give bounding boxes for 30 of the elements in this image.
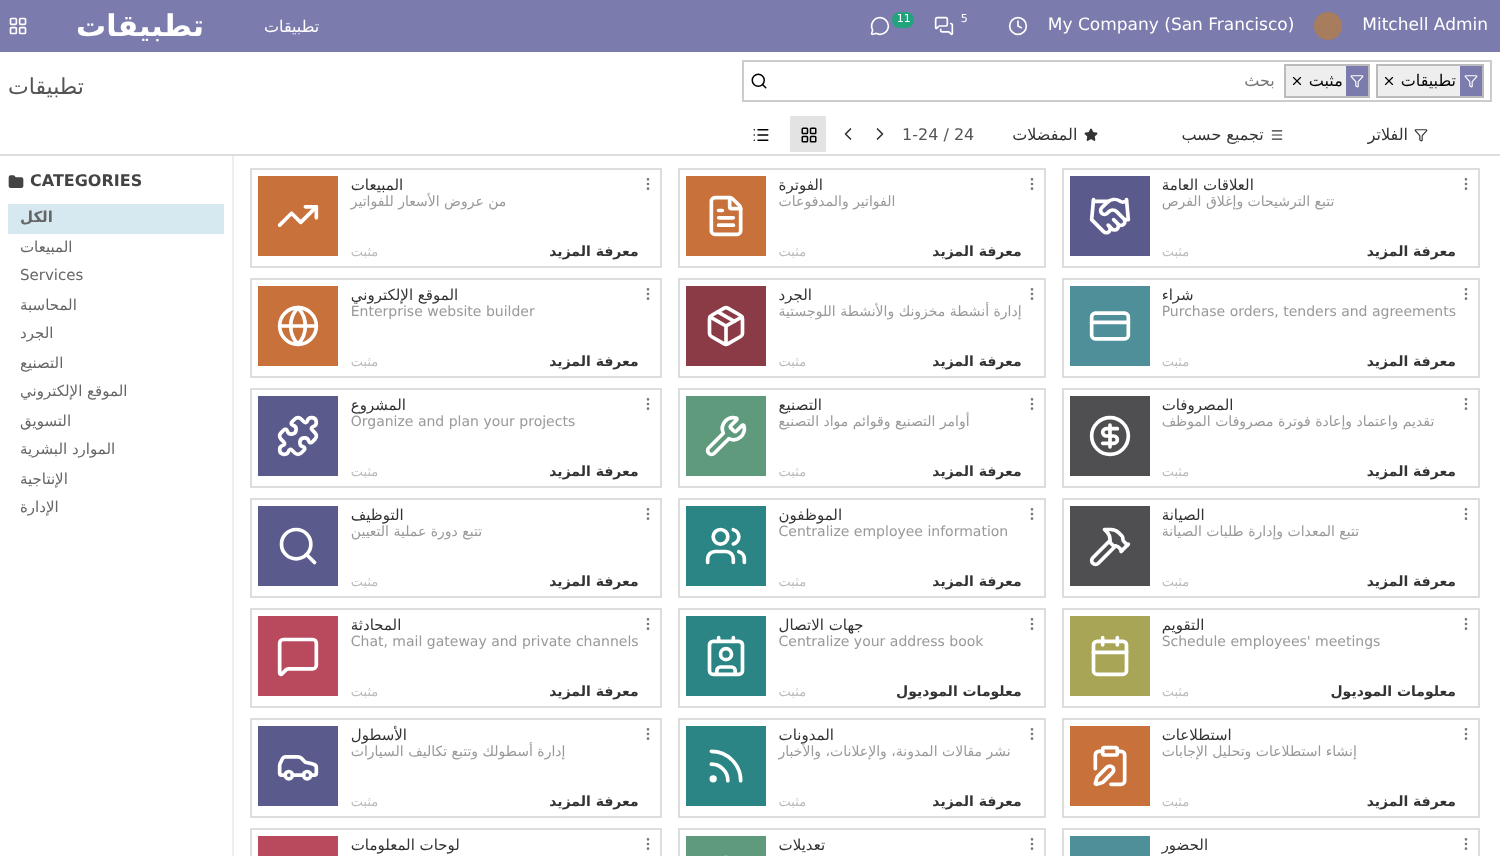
company-switcher[interactable]: My Company (San Francisco) <box>1047 16 1295 36</box>
toolbar-button[interactable]: المفضلات <box>1004 121 1106 147</box>
list-icon <box>751 125 769 143</box>
filter-facet[interactable]: مثبت <box>1284 64 1371 98</box>
messages-icon[interactable] <box>934 16 955 36</box>
lines-icon <box>1269 127 1284 141</box>
close-icon[interactable] <box>1382 74 1397 88</box>
toolbar-button[interactable]: تجميع حسب <box>1173 121 1292 147</box>
menu-item[interactable]: تطبيقات <box>264 17 320 35</box>
kanban-view-button[interactable] <box>790 116 826 152</box>
chat-icon[interactable] <box>870 16 891 36</box>
star-icon <box>1083 127 1098 141</box>
breadcrumb: تطبيقات <box>8 73 86 99</box>
search-field[interactable]: تطبيقات مثبت بحث <box>742 60 1492 102</box>
avatar-circle <box>1314 12 1343 40</box>
brand-title: تطبيقات <box>76 8 204 44</box>
toolbar-button[interactable]: الفلاتر <box>1359 121 1436 147</box>
filter-facet[interactable]: تطبيقات <box>1376 64 1484 98</box>
close-icon[interactable] <box>1290 74 1305 88</box>
filter-icon <box>1464 74 1478 88</box>
categories-heading: CATEGORIES <box>8 172 225 190</box>
grid-icon <box>799 125 817 143</box>
filter-icon <box>1414 127 1428 141</box>
filter-icon <box>1350 74 1365 88</box>
pager-text: 1-24 / 24 <box>902 125 975 143</box>
apps-menu-icon[interactable] <box>8 16 28 36</box>
clock-icon[interactable] <box>1007 16 1028 36</box>
folder-icon <box>8 173 24 189</box>
user-menu[interactable]: Mitchell Admin <box>1362 16 1488 36</box>
search-icon[interactable] <box>750 72 768 90</box>
